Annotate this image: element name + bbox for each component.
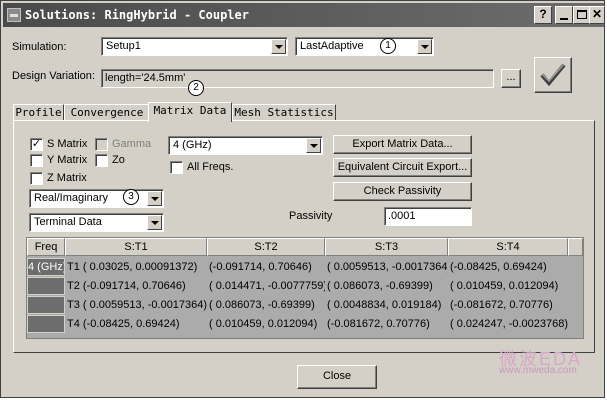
all-freqs-label: All Freqs.	[187, 161, 234, 173]
row-header-blank	[27, 315, 65, 333]
window-title: Solutions: RingHybrid - Coupler	[25, 8, 249, 22]
design-variation-field[interactable]: length='24.5mm'	[101, 69, 494, 88]
matrix-table: Freq S:T1 S:T2 S:T3 S:T4 4 (GHz) T1 ( 0.…	[26, 237, 584, 339]
marker-2: 2	[188, 80, 204, 96]
row-header-blank	[27, 277, 65, 295]
setup-dropdown[interactable]: Setup1	[101, 37, 288, 56]
row-label: T2	[67, 280, 80, 292]
equivalent-circuit-button[interactable]: Equivalent Circuit Export...	[333, 158, 472, 177]
table-cell: (-0.081672, 0.70776)	[450, 299, 553, 311]
cell-value: ( 0.0059513, -0.0017364)	[82, 299, 207, 311]
s-matrix-label: S Matrix	[47, 138, 88, 150]
zo-checkbox[interactable]	[95, 154, 108, 167]
chevron-down-icon[interactable]	[417, 39, 432, 54]
table-cell: (-0.081672, 0.70776)	[327, 318, 430, 330]
chevron-down-icon[interactable]	[147, 191, 162, 206]
row-label: T1	[67, 261, 80, 273]
data-type-dropdown[interactable]: Terminal Data	[29, 213, 164, 232]
close-button[interactable]: Close	[297, 365, 377, 389]
simulation-label: Simulation:	[12, 41, 67, 53]
chevron-down-icon[interactable]	[147, 215, 162, 230]
table-cell: ( 0.0059513, -0.0017364)	[327, 261, 448, 273]
format-dropdown[interactable]: Real/Imaginary	[29, 189, 164, 208]
all-freqs-checkbox[interactable]	[170, 161, 183, 174]
table-cell: T4 (-0.08425, 0.69424)	[67, 315, 207, 333]
format-value: Real/Imaginary	[34, 192, 108, 204]
minimize-icon[interactable]	[555, 6, 573, 24]
close-icon[interactable]: ✕	[589, 6, 605, 24]
chevron-down-icon[interactable]	[306, 138, 321, 153]
freq-column-header[interactable]: Freq	[27, 238, 65, 256]
tab-profile[interactable]: Profile	[13, 104, 64, 121]
table-cell: ( 0.024247, -0.0023768)	[450, 318, 568, 330]
header-filler	[568, 238, 583, 256]
column-header-st1[interactable]: S:T1	[65, 238, 207, 256]
chevron-down-icon[interactable]	[271, 39, 286, 54]
table-cell: ( 0.0048834, 0.019184)	[327, 299, 442, 311]
design-variation-label: Design Variation:	[12, 70, 95, 82]
y-matrix-label: Y Matrix	[47, 154, 88, 166]
s-matrix-checkbox[interactable]: ✓	[30, 138, 43, 151]
freq-row-header: 4 (GHz)	[27, 258, 65, 276]
gamma-label: Gamma	[112, 138, 152, 150]
solutions-window: Solutions: RingHybrid - Coupler ? ✕ Simu…	[0, 0, 605, 398]
row-label: T4	[67, 318, 80, 330]
table-cell: ( 0.014471, -0.0077759)	[209, 280, 325, 292]
table-cell: ( 0.086073, -0.69399)	[327, 280, 433, 292]
z-matrix-checkbox[interactable]	[30, 172, 43, 185]
marker-3: 3	[123, 189, 139, 205]
browse-button[interactable]: ...	[501, 69, 521, 88]
table-cell: ( 0.010459, 0.012094)	[450, 280, 559, 292]
cell-value: ( 0.03025, 0.00091372)	[82, 261, 198, 273]
cell-value: (-0.08425, 0.69424)	[82, 318, 180, 330]
tab-convergence[interactable]: Convergence	[64, 104, 150, 121]
cell-value: (-0.091714, 0.70646)	[82, 280, 186, 292]
help-icon[interactable]: ?	[534, 6, 552, 24]
marker-1: 1	[380, 38, 396, 54]
row-label: T3	[67, 299, 80, 311]
table-cell: T3 ( 0.0059513, -0.0017364)	[67, 296, 207, 314]
zo-label: Zo	[112, 154, 125, 166]
watermark-url: www.mweda.com	[499, 365, 577, 376]
table-cell: (-0.08425, 0.69424)	[450, 261, 547, 273]
check-passivity-button[interactable]: Check Passivity	[333, 182, 472, 201]
pass-value: LastAdaptive	[300, 40, 364, 52]
gamma-checkbox[interactable]	[95, 138, 108, 151]
table-cell: (-0.091714, 0.70646)	[209, 261, 312, 273]
frequency-dropdown[interactable]: 4 (GHz)	[168, 136, 323, 155]
app-icon	[7, 8, 21, 22]
column-header-st3[interactable]: S:T3	[325, 238, 448, 256]
pass-dropdown[interactable]: LastAdaptive	[295, 37, 434, 56]
setup-value: Setup1	[106, 40, 141, 52]
y-matrix-checkbox[interactable]	[30, 154, 43, 167]
frequency-value: 4 (GHz)	[173, 139, 212, 151]
data-type-value: Terminal Data	[34, 216, 102, 228]
table-cell: ( 0.086073, -0.69399)	[209, 299, 315, 311]
column-header-st2[interactable]: S:T2	[207, 238, 325, 256]
title-bar[interactable]: Solutions: RingHybrid - Coupler ? ✕	[3, 3, 605, 27]
z-matrix-label: Z Matrix	[47, 172, 87, 184]
passivity-label: Passivity	[289, 210, 333, 222]
table-cell: T1 ( 0.03025, 0.00091372)	[67, 258, 207, 276]
table-cell: T2 (-0.091714, 0.70646)	[67, 277, 207, 295]
passivity-field[interactable]: .0001	[384, 207, 472, 226]
table-cell: ( 0.010459, 0.012094)	[209, 318, 318, 330]
row-header-blank	[27, 296, 65, 314]
checkmark-icon	[540, 63, 566, 87]
tab-mesh-statistics[interactable]: Mesh Statistics	[232, 104, 336, 121]
apply-button[interactable]	[534, 57, 572, 93]
column-header-st4[interactable]: S:T4	[448, 238, 568, 256]
tab-matrix-data[interactable]: Matrix Data	[148, 102, 232, 122]
export-matrix-button[interactable]: Export Matrix Data...	[333, 135, 472, 154]
